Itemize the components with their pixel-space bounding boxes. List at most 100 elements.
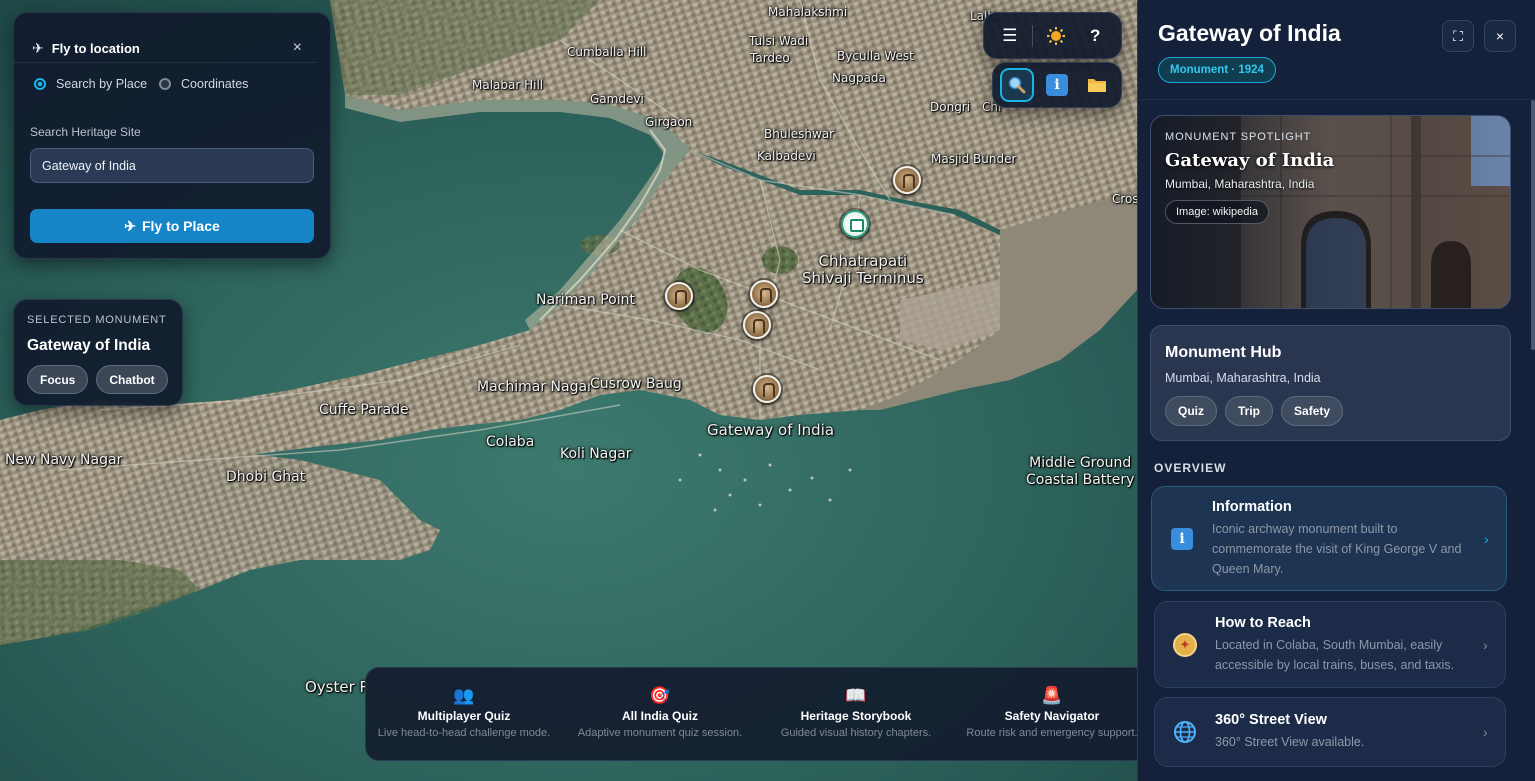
info-icon[interactable]: i bbox=[1040, 68, 1074, 102]
search-heritage-label: Search Heritage Site bbox=[30, 125, 141, 139]
compass-glyph: ✦ bbox=[1173, 632, 1197, 657]
radio-label: Search by Place bbox=[56, 77, 148, 91]
dock-safety-navigator[interactable]: 🚨 Safety Navigator Route risk and emerge… bbox=[954, 668, 1150, 760]
info-glyph: i bbox=[1171, 527, 1193, 550]
dock-subtitle: Adaptive monument quiz session. bbox=[577, 727, 743, 739]
fly-button-label: Fly to Place bbox=[141, 218, 220, 234]
card-title: 360° Street View bbox=[1215, 712, 1327, 728]
sidebar-scrollbar[interactable] bbox=[1531, 100, 1535, 350]
help-icon[interactable]: ? bbox=[1078, 19, 1112, 53]
overview-card-street-view[interactable]: 360° Street View 360° Street View availa… bbox=[1154, 697, 1506, 767]
expand-icon[interactable]: ⛶ bbox=[1442, 20, 1474, 52]
selected-caption: SELECTED MONUMENT bbox=[27, 314, 167, 326]
monument-marker[interactable] bbox=[665, 282, 693, 310]
card-body: 360° Street View 360° Street View availa… bbox=[1215, 712, 1483, 752]
quiz-button[interactable]: Quiz bbox=[1165, 396, 1217, 426]
sun-svg bbox=[1046, 26, 1065, 45]
spotlight-text: MONUMENT SPOTLIGHT Gateway of India Mumb… bbox=[1165, 131, 1334, 224]
dock-title: All India Quiz bbox=[621, 709, 698, 723]
globe-svg bbox=[1174, 721, 1196, 743]
menu-icon[interactable]: ☰ bbox=[993, 19, 1027, 53]
chevron-right-icon: › bbox=[1484, 530, 1489, 547]
search-heritage-input[interactable]: Gateway of India bbox=[30, 148, 314, 183]
station-marker-csmt[interactable] bbox=[841, 210, 869, 238]
image-credit-badge: Image: wikipedia bbox=[1165, 200, 1269, 224]
dock-all-india-quiz[interactable]: 🎯 All India Quiz Adaptive monument quiz … bbox=[562, 668, 758, 760]
card-description: Iconic archway monument built to commemo… bbox=[1212, 521, 1462, 576]
map-tools: i bbox=[992, 62, 1122, 108]
radio-search-by-place[interactable]: Search by Place bbox=[34, 77, 147, 91]
chevron-right-icon: › bbox=[1483, 724, 1488, 740]
sun-icon[interactable] bbox=[1039, 19, 1073, 53]
dock-title: Heritage Storybook bbox=[800, 709, 912, 723]
dock-heritage-storybook[interactable]: 📖 Heritage Storybook Guided visual histo… bbox=[758, 668, 954, 760]
fly-to-location-panel: ✈ Fly to location × Search by Place Coor… bbox=[13, 12, 331, 259]
dock-subtitle: Guided visual history chapters. bbox=[780, 727, 932, 739]
hub-actions: Quiz Trip Safety bbox=[1165, 396, 1496, 426]
spotlight-location: Mumbai, Maharashtra, India bbox=[1165, 177, 1315, 191]
dock-multiplayer-quiz[interactable]: 👥 Multiplayer Quiz Live head-to-head cha… bbox=[366, 668, 562, 760]
toolbar-divider bbox=[1032, 24, 1034, 47]
folder-svg bbox=[1088, 79, 1106, 92]
compass-icon: ✦ bbox=[1155, 632, 1215, 657]
globe-icon bbox=[1155, 720, 1215, 744]
selected-monument-name: Gateway of India bbox=[27, 337, 151, 354]
info-icon: i bbox=[1152, 527, 1212, 550]
siren-icon: 🚨 bbox=[1041, 686, 1063, 705]
radio-coordinates[interactable]: Coordinates bbox=[159, 77, 248, 91]
monument-year-badge: Monument · 1924 bbox=[1158, 57, 1276, 83]
search-svg bbox=[1008, 76, 1026, 94]
feature-dock: 👥 Multiplayer Quiz Live head-to-head cha… bbox=[365, 667, 1155, 761]
chatbot-button[interactable]: Chatbot bbox=[96, 365, 168, 394]
radio-dot-selected[interactable] bbox=[34, 78, 46, 90]
search-icon[interactable] bbox=[1000, 68, 1034, 102]
fly-panel-header: ✈ Fly to location × bbox=[14, 13, 318, 63]
folder-icon[interactable] bbox=[1080, 68, 1114, 102]
info-glyph: i bbox=[1046, 74, 1068, 96]
radio-label: Coordinates bbox=[181, 77, 249, 91]
monument-marker[interactable] bbox=[750, 280, 778, 308]
fly-to-place-button[interactable]: ✈ Fly to Place bbox=[30, 209, 314, 243]
airplane-icon: ✈ bbox=[32, 40, 44, 56]
card-body: How to Reach Located in Colaba, South Mu… bbox=[1215, 615, 1483, 675]
overview-card-information[interactable]: i Information Iconic archway monument bu… bbox=[1151, 486, 1507, 591]
spotlight-title: Gateway of India bbox=[1165, 150, 1335, 171]
dock-subtitle: Route risk and emergency support. bbox=[966, 727, 1138, 739]
dock-subtitle: Live head-to-head challenge mode. bbox=[377, 727, 551, 739]
card-title: How to Reach bbox=[1215, 614, 1311, 631]
dock-title: Multiplayer Quiz bbox=[417, 709, 511, 723]
monument-spotlight-card[interactable]: MONUMENT SPOTLIGHT Gateway of India Mumb… bbox=[1150, 115, 1511, 309]
overview-caption: OVERVIEW bbox=[1154, 461, 1227, 475]
close-icon[interactable]: × bbox=[293, 39, 302, 57]
sidebar-header: Gateway of India Monument · 1924 ⛶ × bbox=[1138, 0, 1535, 100]
dock-title: Safety Navigator bbox=[1004, 709, 1100, 723]
chevron-right-icon: › bbox=[1483, 636, 1488, 653]
card-title: Information bbox=[1212, 498, 1292, 515]
card-description: Located in Colaba, South Mumbai, easily … bbox=[1215, 637, 1455, 672]
card-body: Information Iconic archway monument buil… bbox=[1212, 499, 1484, 579]
monument-marker[interactable] bbox=[893, 166, 921, 194]
monument-marker[interactable] bbox=[743, 311, 771, 339]
people-icon: 👥 bbox=[453, 686, 475, 705]
close-icon[interactable]: × bbox=[1484, 20, 1516, 52]
monument-marker-gateway-of-india[interactable] bbox=[753, 375, 781, 403]
safety-button[interactable]: Safety bbox=[1281, 396, 1344, 426]
map-toolbar: ☰ ? bbox=[983, 12, 1122, 59]
trip-button[interactable]: Trip bbox=[1225, 396, 1274, 426]
radio-dot[interactable] bbox=[159, 78, 172, 90]
search-mode-radios: Search by Place Coordinates bbox=[14, 63, 330, 91]
selected-actions: Focus Chatbot bbox=[27, 365, 169, 394]
hub-title: Monument Hub bbox=[1165, 344, 1282, 361]
fly-panel-title: Fly to location bbox=[51, 41, 140, 56]
target-icon: 🎯 bbox=[649, 686, 671, 705]
airplane-icon: ✈ bbox=[124, 217, 136, 234]
card-description: 360° Street View available. bbox=[1215, 735, 1365, 749]
overview-card-how-to-reach[interactable]: ✦ How to Reach Located in Colaba, South … bbox=[1154, 601, 1506, 688]
book-icon: 📖 bbox=[845, 686, 867, 705]
hub-location: Mumbai, Maharashtra, India bbox=[1165, 371, 1321, 385]
focus-button[interactable]: Focus bbox=[27, 365, 89, 394]
monument-hub-card: Monument Hub Mumbai, Maharashtra, India … bbox=[1150, 325, 1511, 441]
monument-sidebar: Gateway of India Monument · 1924 ⛶ × MON… bbox=[1137, 0, 1535, 781]
spotlight-caption: MONUMENT SPOTLIGHT bbox=[1165, 131, 1312, 143]
selected-monument-panel: SELECTED MONUMENT Gateway of India Focus… bbox=[13, 299, 183, 406]
